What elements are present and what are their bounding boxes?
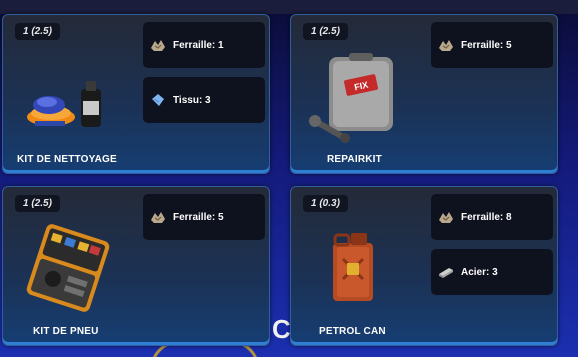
scrap-icon — [151, 40, 165, 51]
material-scrap: Ferraille: 8 — [431, 194, 553, 240]
material-scrap: Ferraille: 1 — [143, 22, 265, 68]
top-bar — [0, 0, 578, 14]
repair-kit-icon: FIX — [309, 53, 393, 143]
quantity-badge: 1 (2.5) — [15, 23, 60, 40]
steel-icon — [439, 268, 453, 278]
material-label: Ferraille: 1 — [173, 39, 224, 51]
material-steel: Acier: 3 — [431, 249, 553, 295]
quantity-badge: 1 (2.5) — [303, 23, 348, 40]
material-label: Ferraille: 5 — [461, 39, 512, 51]
background-letter: C — [272, 314, 291, 344]
scrap-icon — [439, 40, 453, 51]
material-label: Tissu: 3 — [173, 94, 211, 106]
scrap-icon — [151, 212, 165, 223]
cleaning-kit-icon — [27, 81, 101, 127]
quantity-badge: 1 (0.3) — [303, 195, 348, 212]
scrap-icon — [439, 212, 453, 223]
material-scrap: Ferraille: 5 — [143, 194, 265, 240]
quantity-badge: 1 (2.5) — [15, 195, 60, 212]
item-title: KIT DE NETTOYAGE — [17, 154, 117, 165]
material-scrap: Ferraille: 5 — [431, 22, 553, 68]
material-label: Acier: 3 — [461, 266, 498, 278]
cloth-icon — [152, 94, 164, 106]
craft-card-petrol-can[interactable]: 1 (0.3) Ferraille: 8 Acier: 3 PETROL CAN — [290, 186, 558, 346]
item-title: REPAIRKIT — [327, 154, 382, 165]
petrol-can-icon — [333, 233, 373, 301]
craft-card-cleaning-kit[interactable]: 1 (2.5) Ferraille: 1 Tissu: 3 KIT DE NET… — [2, 14, 270, 174]
material-label: Ferraille: 5 — [173, 211, 224, 223]
material-label: Ferraille: 8 — [461, 211, 512, 223]
item-title: PETROL CAN — [319, 326, 386, 337]
material-cloth: Tissu: 3 — [143, 77, 265, 123]
tire-kit-icon — [26, 224, 110, 312]
craft-card-repair-kit[interactable]: 1 (2.5) FIX Ferraille: 5 REPAIRKIT — [290, 14, 558, 174]
craft-card-tire-kit[interactable]: 1 (2.5) Ferraille: 5 KIT DE PNEU — [2, 186, 270, 346]
item-title: KIT DE PNEU — [33, 326, 99, 337]
